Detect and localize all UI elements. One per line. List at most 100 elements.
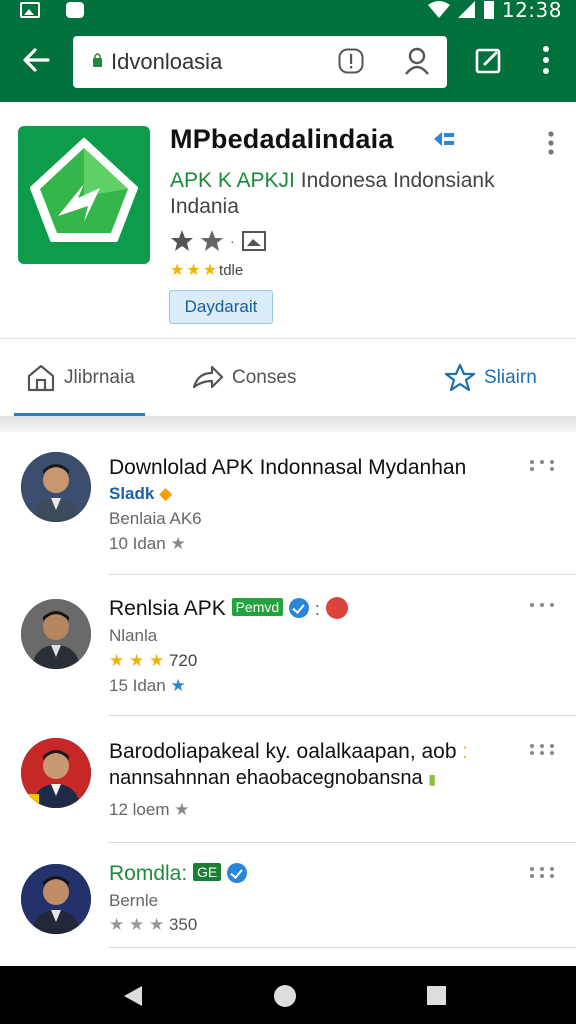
item-rating-text: 350 bbox=[168, 915, 198, 934]
star-icon: ★ bbox=[202, 262, 218, 279]
item-meta-text: 12 loem bbox=[109, 800, 170, 819]
person-avatar-icon bbox=[21, 452, 91, 522]
share-icon bbox=[192, 365, 224, 389]
list-item[interactable]: Barodoliapakeal ky. oalalkaapan, aob ⁚ n… bbox=[0, 716, 576, 843]
app-subtitle: APK K APKJI Indonesa Indonsiank Indania bbox=[170, 168, 550, 220]
lock-icon bbox=[93, 53, 102, 67]
bolt-shield-icon bbox=[30, 138, 138, 242]
star-icon: ★ bbox=[128, 915, 145, 934]
download-button[interactable]: Daydarait bbox=[169, 290, 273, 324]
tab-home[interactable]: Jlibrnaia bbox=[26, 339, 135, 417]
item-badge: Pemvd bbox=[231, 598, 284, 616]
star-icon: ★ bbox=[148, 651, 165, 670]
tab-share[interactable]: Conses bbox=[192, 339, 296, 417]
overflow-menu-icon[interactable] bbox=[538, 44, 554, 76]
small-rating-text: tdle bbox=[219, 261, 244, 279]
app-subtitle-accent: APK K APKJI bbox=[170, 169, 295, 192]
star-icon: ★ bbox=[186, 262, 201, 279]
star-outline-icon bbox=[171, 230, 193, 251]
item-title-text: Renlsia APK bbox=[109, 597, 226, 620]
app-options-icon[interactable] bbox=[544, 130, 558, 156]
separator: : bbox=[314, 599, 320, 619]
item-options-icon[interactable] bbox=[528, 742, 556, 756]
nav-recents-icon[interactable] bbox=[427, 986, 446, 1005]
item-meta-text: 10 Idan bbox=[109, 534, 166, 553]
account-icon[interactable] bbox=[403, 46, 431, 76]
divider bbox=[108, 947, 576, 948]
battery-icon bbox=[483, 1, 494, 19]
list-item[interactable]: Renlsia APK Pemvd : Nlanla ★ ★ ★ 720 15 … bbox=[0, 575, 576, 716]
star-icon: ★ bbox=[170, 676, 186, 695]
result-list: Downlolad APK Indonnasal Mydanhan Sladk … bbox=[0, 432, 576, 966]
star-icon: ★ bbox=[174, 800, 190, 819]
tag-icon: ◆ bbox=[159, 484, 173, 503]
dots-icon: ⁚ bbox=[462, 745, 468, 762]
item-title[interactable]: Romdla: GE bbox=[109, 862, 248, 886]
url-text[interactable]: Idvonloasia bbox=[111, 49, 222, 75]
item-options-icon[interactable] bbox=[528, 458, 556, 472]
tab-star[interactable]: Sliairn bbox=[444, 339, 537, 417]
person-avatar-icon bbox=[21, 864, 91, 934]
info-icon[interactable] bbox=[338, 48, 364, 74]
person-avatar-icon bbox=[21, 599, 91, 669]
pin-icon bbox=[325, 597, 348, 619]
home-icon bbox=[27, 364, 55, 392]
avatar[interactable] bbox=[21, 738, 91, 808]
star-icon bbox=[444, 363, 476, 392]
item-title[interactable]: Downlolad APK Indonnasal Mydanhan bbox=[109, 456, 466, 480]
item-meta: 15 Idan ★ bbox=[109, 676, 186, 696]
app-logo[interactable] bbox=[18, 126, 150, 264]
address-bar[interactable]: Idvonloasia bbox=[73, 36, 447, 88]
item-subtitle: Nlanla bbox=[109, 626, 158, 645]
rating-icons-row: · bbox=[170, 229, 267, 253]
item-rating: ★ ★ ★ 720 bbox=[109, 651, 197, 671]
list-item[interactable]: Downlolad APK Indonnasal Mydanhan Sladk … bbox=[0, 432, 576, 575]
item-title-line2-text: nannsahnnan ehaobacegnobansna bbox=[109, 767, 423, 789]
item-subtitle: Bernle bbox=[109, 891, 159, 910]
nav-home-icon[interactable] bbox=[274, 985, 296, 1007]
verified-icon bbox=[289, 598, 309, 618]
item-meta: 10 Idan ★ bbox=[109, 534, 186, 554]
item-title-text: Barodoliapakeal ky. oalalkaapan, aob bbox=[109, 740, 457, 763]
star-icon: ★ bbox=[170, 262, 185, 279]
item-options-icon[interactable] bbox=[528, 601, 556, 615]
tab-star-label: Sliairn bbox=[484, 367, 537, 388]
star-icon: ★ bbox=[109, 915, 125, 934]
list-item[interactable]: Romdla: GE Bernle ★ ★ ★ 350 bbox=[0, 843, 576, 948]
back-arrow-icon[interactable] bbox=[18, 42, 54, 78]
rating-separator: · bbox=[230, 233, 235, 249]
system-nav-bar bbox=[0, 966, 576, 1024]
item-options-icon[interactable] bbox=[528, 865, 556, 879]
item-tag: Sladk ◆ bbox=[109, 484, 172, 504]
item-badge: GE bbox=[193, 863, 222, 881]
nav-back-icon[interactable] bbox=[122, 985, 144, 1007]
clock: 12:38 bbox=[501, 0, 562, 22]
star-half-icon bbox=[201, 230, 223, 251]
item-title[interactable]: Renlsia APK Pemvd : bbox=[109, 597, 348, 621]
small-star-rating: ★ ★ ★ tdle bbox=[170, 260, 243, 280]
image-icon bbox=[241, 231, 266, 251]
item-tag-text: Sladk bbox=[109, 484, 155, 503]
item-subtitle: Benlaia AK6 bbox=[109, 509, 202, 528]
item-rating-text: 720 bbox=[168, 651, 198, 670]
item-meta-text: 15 Idan bbox=[109, 676, 166, 695]
avatar[interactable] bbox=[21, 864, 91, 934]
avatar[interactable] bbox=[21, 452, 91, 522]
item-title[interactable]: Barodoliapakeal ky. oalalkaapan, aob ⁚ bbox=[109, 740, 467, 764]
signal-icon bbox=[457, 1, 475, 18]
tab-share-label: Conses bbox=[232, 367, 297, 388]
item-title-line2[interactable]: nannsahnnan ehaobacegnobansna ▮ bbox=[109, 767, 436, 790]
star-icon: ★ bbox=[170, 534, 186, 553]
camera-notification-icon bbox=[66, 2, 84, 18]
gallery-notification-icon bbox=[20, 2, 40, 18]
item-meta: 12 loem ★ bbox=[109, 800, 189, 820]
star-icon: ★ bbox=[109, 651, 125, 670]
app-title: MPbedadalindaia bbox=[170, 124, 394, 154]
app-header: MPbedadalindaia APK K APKJI Indonesa Ind… bbox=[0, 102, 576, 338]
wifi-icon bbox=[427, 1, 450, 18]
edit-icon[interactable] bbox=[475, 46, 503, 74]
person-avatar-icon bbox=[21, 738, 91, 808]
star-icon: ★ bbox=[128, 651, 145, 670]
item-rating: ★ ★ ★ 350 bbox=[109, 915, 197, 935]
avatar[interactable] bbox=[21, 599, 91, 669]
